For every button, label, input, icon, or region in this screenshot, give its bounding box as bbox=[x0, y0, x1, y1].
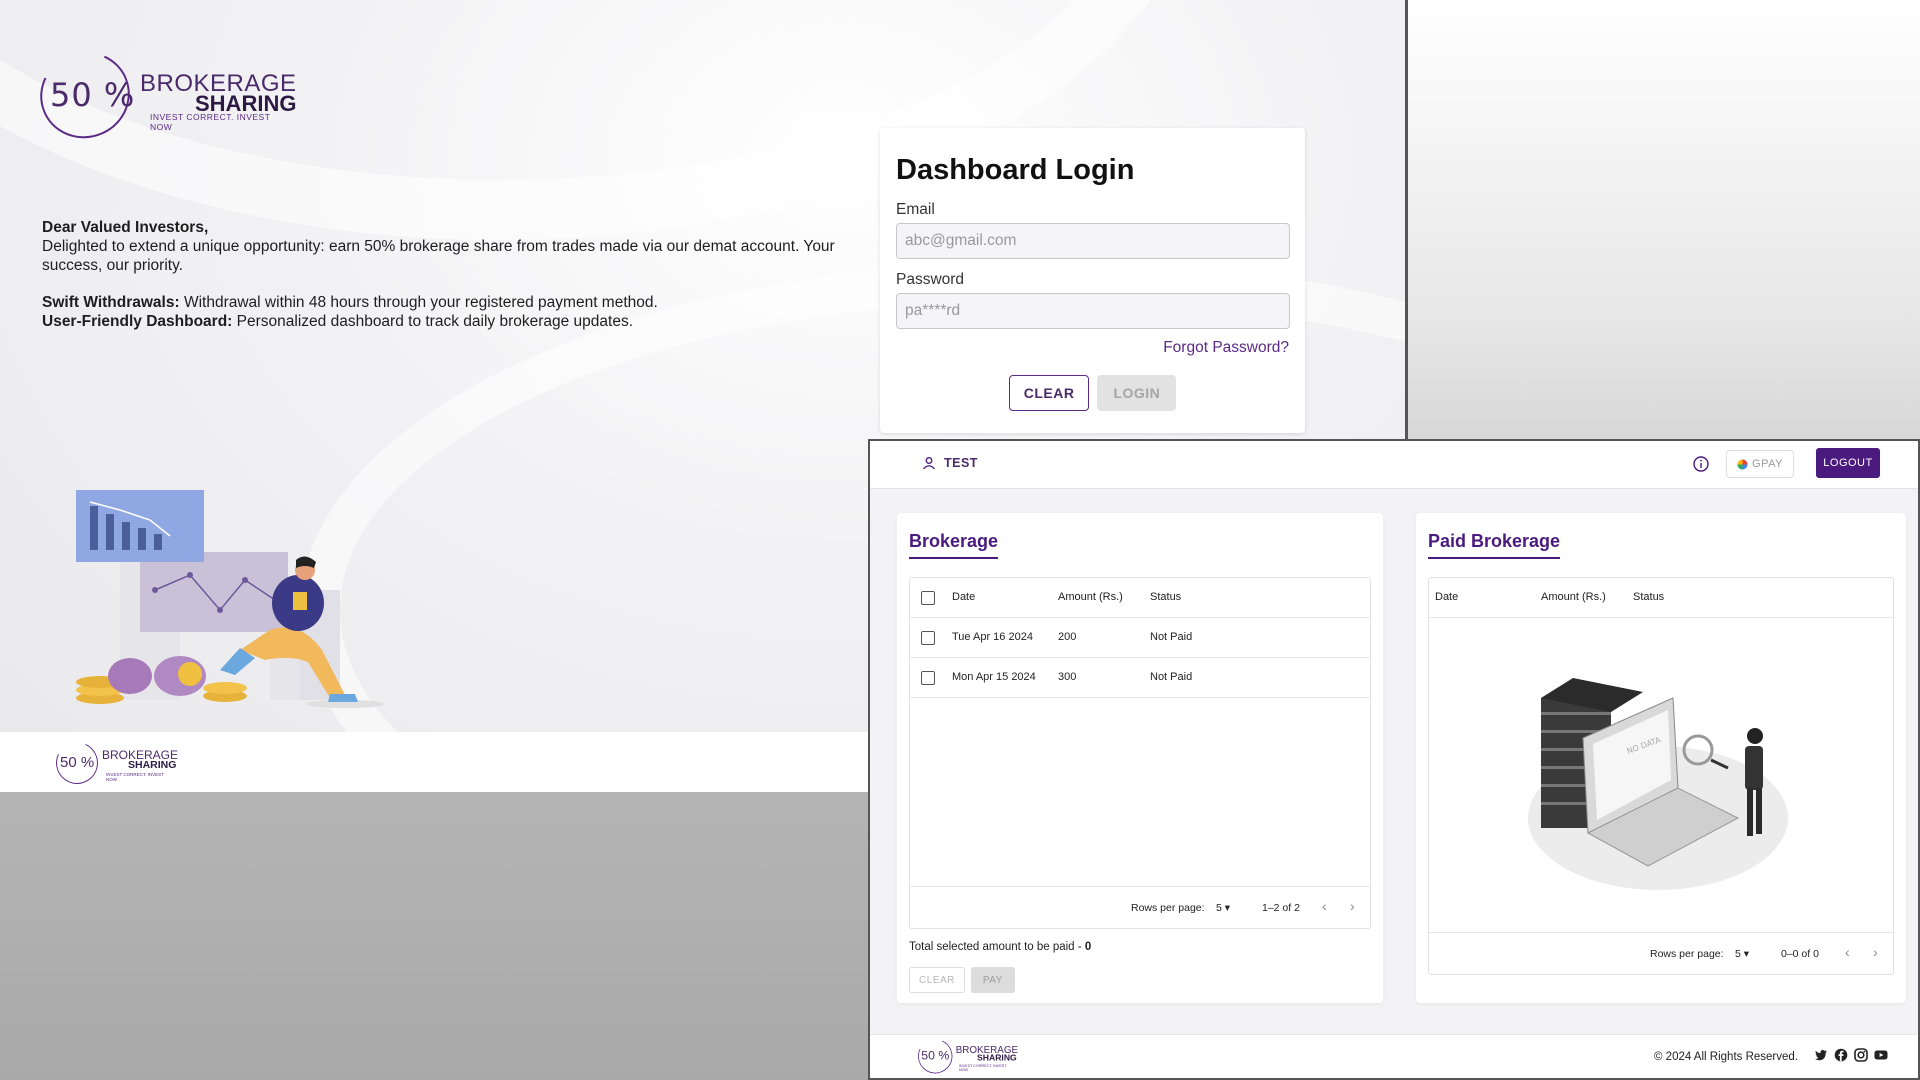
rows-per-page-select[interactable]: 5 ▾ bbox=[1735, 948, 1749, 960]
rows-per-page-label: Rows per page: bbox=[1650, 948, 1724, 960]
intro-body: Delighted to extend a unique opportunity… bbox=[42, 238, 835, 274]
email-field[interactable] bbox=[896, 223, 1290, 259]
instagram-icon[interactable] bbox=[1854, 1048, 1868, 1062]
row-date: Tue Apr 16 2024 bbox=[952, 631, 1033, 643]
footer-logo-percent: 50 % bbox=[60, 754, 95, 771]
rows-per-page-value: 5 bbox=[1735, 948, 1741, 960]
logo-tagline: INVEST CORRECT. INVEST NOW bbox=[150, 112, 271, 132]
feature-withdrawals-text: Withdrawal within 48 hours through your … bbox=[179, 294, 658, 311]
footer-logo-word2: SHARING bbox=[977, 1052, 1017, 1063]
dashboard-topbar: TEST GPAY LOGOUT bbox=[870, 441, 1918, 489]
feature-dashboard-title: User-Friendly Dashboard: bbox=[42, 313, 233, 330]
login-card: Dashboard Login Email Password Forgot Pa… bbox=[880, 128, 1305, 433]
prev-page-icon[interactable]: ‹ bbox=[1845, 944, 1850, 960]
column-status: Status bbox=[1150, 591, 1182, 603]
column-amount: Amount (Rs.) bbox=[1058, 591, 1123, 603]
footer-logo-tagline: INVEST CORRECT. INVEST NOW bbox=[959, 1063, 1007, 1072]
copyright-text: © 2024 All Rights Reserved. bbox=[1654, 1051, 1798, 1063]
no-data-illustration: NO DATA bbox=[1528, 678, 1788, 890]
footer-logo-word2: SHARING bbox=[128, 759, 177, 771]
column-date: Date bbox=[1435, 591, 1459, 603]
gpay-button[interactable]: GPAY bbox=[1726, 450, 1794, 478]
row-date: Mon Apr 15 2024 bbox=[952, 671, 1036, 683]
table-header: Date Amount (Rs.) Status bbox=[1429, 578, 1893, 618]
paid-pagination: Rows per page: 5 ▾ 0–0 of 0 ‹ › bbox=[1429, 932, 1893, 974]
feature-withdrawals: Swift Withdrawals: Withdrawal within 48 … bbox=[42, 293, 862, 312]
feature-dashboard: User-Friendly Dashboard: Personalized da… bbox=[42, 312, 862, 331]
forgot-password-link[interactable]: Forgot Password? bbox=[896, 339, 1289, 357]
footer-logo: 50 % BROKERAGE SHARING INVEST CORRECT. I… bbox=[913, 1034, 1018, 1078]
brokerage-title: Brokerage bbox=[909, 531, 999, 559]
intro-greeting: Dear Valued Investors, bbox=[42, 219, 209, 236]
table-row[interactable]: Mon Apr 15 2024 300 Not Paid bbox=[910, 658, 1370, 698]
feature-dashboard-text: Personalized dashboard to track daily br… bbox=[232, 313, 634, 330]
gpay-icon bbox=[1737, 459, 1748, 469]
pay-button[interactable]: PAY bbox=[970, 967, 1015, 993]
email-label: Email bbox=[896, 201, 935, 218]
youtube-icon[interactable] bbox=[1874, 1048, 1888, 1062]
column-date: Date bbox=[952, 591, 976, 603]
table-header: Date Amount (Rs.) Status bbox=[910, 578, 1370, 618]
total-label: Total selected amount to be paid - bbox=[909, 941, 1085, 953]
row-checkbox[interactable] bbox=[921, 631, 935, 645]
gpay-label: GPAY bbox=[1752, 458, 1783, 470]
brand-logo: 50 % BROKERAGE SHARING INVEST CORRECT. I… bbox=[28, 39, 296, 151]
row-amount: 300 bbox=[1058, 671, 1077, 683]
investor-illustration bbox=[76, 490, 385, 708]
logo-percent: 50 % bbox=[50, 76, 136, 114]
rows-per-page-value: 5 bbox=[1216, 902, 1222, 914]
payment-actions: CLEAR PAY bbox=[909, 967, 1015, 993]
user-name: TEST bbox=[944, 456, 978, 470]
column-status: Status bbox=[1633, 591, 1665, 603]
dashboard-footer: 50 % BROKERAGE SHARING INVEST CORRECT. I… bbox=[870, 1034, 1918, 1078]
password-field[interactable] bbox=[896, 293, 1290, 329]
facebook-icon[interactable] bbox=[1834, 1048, 1848, 1062]
rows-per-page-select[interactable]: 5 ▾ bbox=[1216, 902, 1230, 914]
brokerage-pagination: Rows per page: 5 ▾ 1–2 of 2 ‹ › bbox=[910, 886, 1370, 928]
page-range: 1–2 of 2 bbox=[1262, 902, 1300, 914]
rows-per-page-label: Rows per page: bbox=[1131, 902, 1205, 914]
login-title: Dashboard Login bbox=[896, 154, 1135, 186]
paid-brokerage-table: Date Amount (Rs.) Status NO DATA Rows pe… bbox=[1428, 577, 1894, 975]
row-amount: 200 bbox=[1058, 631, 1077, 643]
footer-logo: 50 % BROKERAGE SHARING INVEST CORRECT. I… bbox=[50, 736, 178, 790]
paid-brokerage-title: Paid Brokerage bbox=[1428, 531, 1561, 559]
social-links bbox=[1814, 1048, 1888, 1062]
row-checkbox[interactable] bbox=[921, 671, 935, 685]
select-all-checkbox[interactable] bbox=[921, 591, 935, 605]
clear-selection-button[interactable]: CLEAR bbox=[909, 967, 965, 993]
dashboard-window: TEST GPAY LOGOUT Brokerage Date Amount (… bbox=[868, 439, 1920, 1080]
row-status: Not Paid bbox=[1150, 631, 1193, 643]
next-page-icon[interactable]: › bbox=[1350, 898, 1355, 914]
user-icon bbox=[923, 457, 935, 470]
background-panel bbox=[1405, 0, 1920, 440]
login-button[interactable]: LOGIN bbox=[1097, 375, 1177, 411]
footer-logo-tagline: INVEST CORRECT. INVEST NOW bbox=[106, 772, 164, 782]
intro-text: Dear Valued Investors, Delighted to exte… bbox=[42, 218, 862, 331]
total-selected: Total selected amount to be paid - 0 bbox=[909, 941, 1091, 953]
paid-brokerage-panel: Paid Brokerage Date Amount (Rs.) Status bbox=[1416, 513, 1906, 1003]
footer-logo-percent: 50 % bbox=[921, 1048, 950, 1063]
next-page-icon[interactable]: › bbox=[1873, 944, 1878, 960]
prev-page-icon[interactable]: ‹ bbox=[1322, 898, 1327, 914]
info-icon[interactable] bbox=[1692, 455, 1710, 473]
login-actions: CLEAR LOGIN bbox=[896, 375, 1289, 411]
page-range: 0–0 of 0 bbox=[1781, 948, 1819, 960]
password-label: Password bbox=[896, 271, 965, 288]
feature-withdrawals-title: Swift Withdrawals: bbox=[42, 294, 180, 311]
brokerage-panel: Brokerage Date Amount (Rs.) Status Tue A… bbox=[897, 513, 1383, 1003]
logout-button[interactable]: LOGOUT bbox=[1816, 448, 1880, 478]
row-status: Not Paid bbox=[1150, 671, 1193, 683]
total-value: 0 bbox=[1084, 941, 1092, 953]
twitter-icon[interactable] bbox=[1814, 1048, 1828, 1062]
column-amount: Amount (Rs.) bbox=[1541, 591, 1606, 603]
user-menu[interactable]: TEST bbox=[922, 456, 978, 470]
clear-button[interactable]: CLEAR bbox=[1008, 375, 1090, 411]
landing-footer: 50 % BROKERAGE SHARING INVEST CORRECT. I… bbox=[0, 732, 870, 792]
table-row[interactable]: Tue Apr 16 2024 200 Not Paid bbox=[910, 618, 1370, 658]
brokerage-table: Date Amount (Rs.) Status Tue Apr 16 2024… bbox=[909, 577, 1371, 929]
